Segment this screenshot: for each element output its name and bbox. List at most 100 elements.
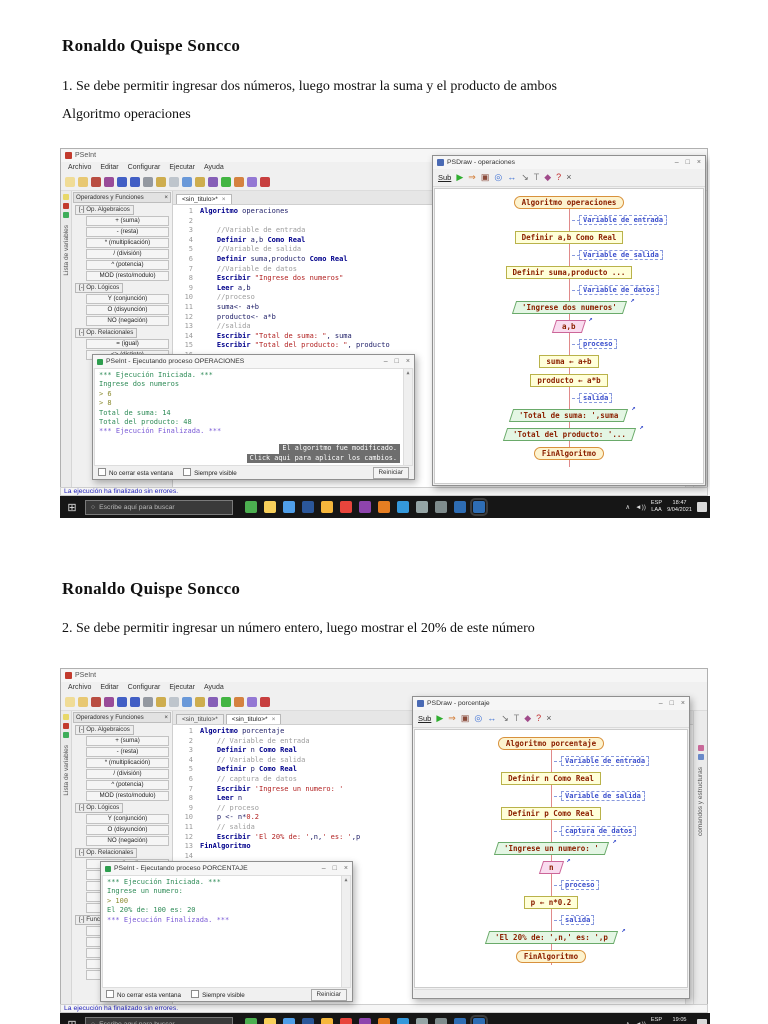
move-icon[interactable]: ↘: [501, 714, 509, 723]
close-icon[interactable]: ×: [272, 716, 276, 723]
refresh-icon[interactable]: [63, 212, 69, 218]
chrome-icon[interactable]: [340, 1018, 352, 1024]
operator-button[interactable]: NO (negación): [86, 836, 169, 846]
search-input[interactable]: ○ Escribe aquí para buscar: [85, 1016, 233, 1024]
operator-group-header[interactable]: [-] Op. Lógicos: [75, 803, 124, 813]
restart-button[interactable]: Reiniciar: [310, 988, 347, 1001]
flow-terminal-node[interactable]: FinAlgoritmo: [515, 950, 587, 963]
operator-button[interactable]: NO (negación): [86, 316, 169, 326]
colors-icon[interactable]: [208, 176, 218, 187]
colors-icon[interactable]: [208, 696, 218, 707]
operator-button[interactable]: + (suma): [86, 736, 169, 746]
menu-archivo[interactable]: Archivo: [68, 164, 91, 171]
open-icon[interactable]: [78, 176, 88, 187]
flow-shape2-icon[interactable]: [697, 754, 704, 760]
operator-button[interactable]: MOD (resto/modulo): [86, 271, 169, 281]
lightning-icon[interactable]: [321, 1018, 333, 1024]
search-input[interactable]: ○ Escribe aquí para buscar: [85, 499, 233, 515]
flow-process-node[interactable]: Definir p Como Real: [501, 807, 601, 820]
step-icon[interactable]: [234, 696, 244, 707]
operator-button[interactable]: + (suma): [86, 216, 169, 226]
menu-editar[interactable]: Editar: [100, 684, 118, 691]
operator-button[interactable]: = (igual): [86, 339, 169, 349]
volume-icon[interactable]: ◄)): [635, 1021, 646, 1024]
sub-label[interactable]: Sub: [438, 173, 451, 182]
canvas-h-scrollbar[interactable]: [414, 989, 688, 997]
draw-flow-icon[interactable]: [247, 696, 257, 707]
operator-group-header[interactable]: [-] Op. Algebraicos: [75, 205, 134, 215]
operator-button[interactable]: O (disyunción): [86, 825, 169, 835]
undo-icon[interactable]: [117, 176, 127, 187]
marker-icon[interactable]: [63, 203, 69, 209]
flow-process-node[interactable]: suma ← a+b: [539, 355, 599, 368]
console-output[interactable]: *** Ejecución Iniciada. *** Ingrese dos n…: [94, 368, 413, 466]
cut-icon[interactable]: [143, 176, 153, 187]
operator-button[interactable]: - (resta): [86, 747, 169, 757]
new-file-icon[interactable]: [65, 696, 75, 707]
redo-icon[interactable]: [130, 176, 140, 187]
indent-icon[interactable]: [182, 696, 192, 707]
word-icon[interactable]: [302, 1018, 314, 1024]
pseint-active-icon[interactable]: [470, 498, 488, 516]
maximize-icon[interactable]: □: [670, 700, 674, 707]
cut-icon[interactable]: [143, 696, 153, 707]
variables-panel-tab[interactable]: Lista de variables: [63, 745, 70, 796]
help-icon[interactable]: ?: [536, 714, 541, 723]
flow-process-node[interactable]: producto ← a*b: [530, 374, 608, 387]
always-visible-checkbox[interactable]: Siempre visible: [191, 990, 245, 999]
always-visible-checkbox[interactable]: Siempre visible: [183, 468, 237, 477]
paint-icon[interactable]: ◆: [544, 173, 551, 182]
operator-button[interactable]: - (resta): [86, 227, 169, 237]
close-icon[interactable]: ×: [566, 173, 571, 182]
flow-input-node[interactable]: a,b: [552, 320, 586, 333]
save-all-icon[interactable]: [104, 176, 114, 187]
menu-ejecutar[interactable]: Ejecutar: [169, 164, 195, 171]
settings-icon[interactable]: [435, 501, 447, 513]
leaf-icon[interactable]: [245, 1018, 257, 1024]
photos-icon[interactable]: [359, 501, 371, 513]
close-icon[interactable]: ×: [406, 358, 410, 365]
flow-input-node[interactable]: n: [538, 861, 564, 874]
keep-open-checkbox[interactable]: No cerrar esta ventana: [98, 468, 173, 477]
run-icon[interactable]: ▶: [436, 714, 443, 723]
menu-ayuda[interactable]: Ayuda: [204, 164, 224, 171]
sub-label[interactable]: Sub: [418, 714, 431, 723]
close-icon[interactable]: ×: [344, 865, 348, 872]
save-all-icon[interactable]: [104, 696, 114, 707]
menu-configurar[interactable]: Configurar: [128, 684, 161, 691]
editor-tab[interactable]: <sin_titulo>*: [176, 714, 224, 724]
console-scrollbar[interactable]: ▲: [341, 876, 350, 987]
console-output[interactable]: *** Ejecución Iniciada. *** Ingrese un nu…: [102, 875, 351, 988]
leaf-icon[interactable]: [245, 501, 257, 513]
sliders-icon[interactable]: [416, 501, 428, 513]
paste-icon[interactable]: [169, 696, 179, 707]
folder-icon[interactable]: [264, 501, 276, 513]
operator-group-header[interactable]: [-] Op. Algebraicos: [75, 725, 134, 735]
lightning-icon[interactable]: [321, 501, 333, 513]
operator-group-header[interactable]: [-] Op. Relacionales: [75, 848, 138, 858]
overlay-line-2[interactable]: Click aqui para aplicar los cambios.: [246, 453, 400, 463]
folder-icon[interactable]: [264, 1018, 276, 1024]
flow-process-node[interactable]: p ← n*0.2: [523, 896, 579, 909]
flow-output-node[interactable]: 'El 20% de: ',n,' es: ',p: [484, 931, 618, 944]
flow-output-node[interactable]: 'Ingrese un numero: ': [493, 842, 609, 855]
modified-overlay[interactable]: El algoritmo fue modificado. Click aqui …: [246, 444, 400, 463]
clock[interactable]: 18:47 9/04/2021: [667, 500, 692, 513]
settings-icon[interactable]: [435, 1018, 447, 1024]
operator-button[interactable]: Y (conjunción): [86, 814, 169, 824]
close-icon[interactable]: ×: [697, 159, 701, 166]
operator-button[interactable]: / (división): [86, 769, 169, 779]
run-icon[interactable]: [221, 696, 231, 707]
tray-expand-icon[interactable]: ∧: [625, 1020, 630, 1024]
mail-icon[interactable]: [397, 501, 409, 513]
marker-icon[interactable]: [63, 723, 69, 729]
store-icon[interactable]: [283, 501, 295, 513]
close-icon[interactable]: ×: [222, 196, 226, 203]
notification-icon[interactable]: [697, 1019, 707, 1024]
save-icon[interactable]: ▣: [461, 714, 470, 723]
zoom-icon[interactable]: ◎: [494, 173, 502, 182]
new-doc-icon[interactable]: [63, 714, 69, 720]
operator-group-header[interactable]: [-] Op. Lógicos: [75, 283, 124, 293]
notification-icon[interactable]: [697, 502, 707, 512]
close-icon[interactable]: ×: [164, 194, 168, 201]
